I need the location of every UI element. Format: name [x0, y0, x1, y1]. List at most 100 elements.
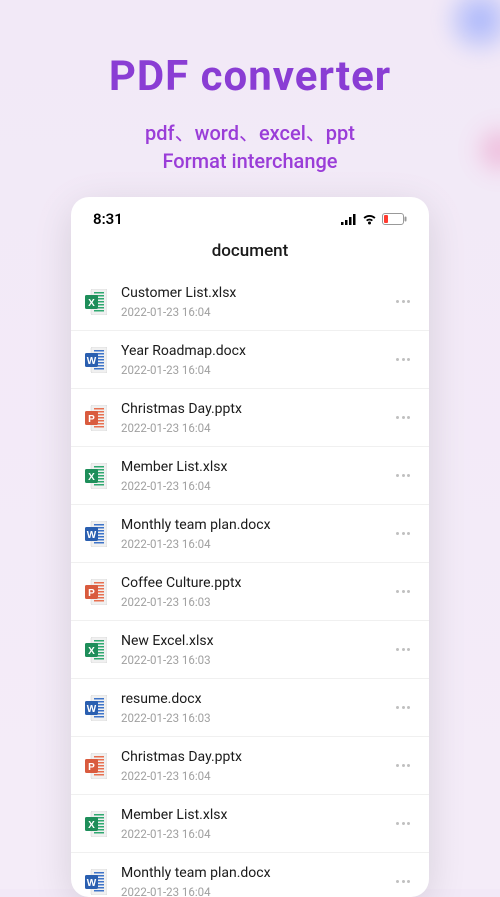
file-row[interactable]: W Monthly team plan.docx 2022-01-23 16:04	[71, 853, 429, 897]
file-row[interactable]: X Customer List.xlsx 2022-01-23 16:04	[71, 273, 429, 331]
more-options-button[interactable]	[391, 638, 415, 662]
file-info: Coffee Culture.pptx2022-01-23 16:03	[121, 574, 377, 608]
svg-text:P: P	[88, 588, 95, 599]
svg-text:X: X	[88, 298, 95, 309]
file-name: Christmas Day.pptx	[121, 400, 377, 418]
file-name: Year Roadmap.docx	[121, 342, 377, 360]
wifi-icon	[362, 210, 377, 229]
file-row[interactable]: W resume.docx 2022-01-23 16:03	[71, 679, 429, 737]
excel-file-icon: X	[85, 811, 107, 837]
hero-title: PDF converter	[0, 52, 500, 101]
file-row[interactable]: X New Excel.xlsx 2022-01-23 16:03	[71, 621, 429, 679]
file-date: 2022-01-23 16:04	[121, 885, 377, 897]
more-dots-icon	[396, 822, 410, 825]
screen-title: document	[71, 235, 429, 273]
hero-section: PDF converter pdf、word、excel、ppt Format …	[0, 0, 500, 175]
excel-file-icon: X	[85, 463, 107, 489]
background-decoration-2	[470, 120, 500, 180]
file-date: 2022-01-23 16:03	[121, 653, 377, 667]
file-date: 2022-01-23 16:04	[121, 363, 377, 377]
file-date: 2022-01-23 16:04	[121, 305, 377, 319]
ppt-file-icon: P	[85, 753, 107, 779]
svg-text:W: W	[87, 878, 97, 889]
more-options-button[interactable]	[391, 754, 415, 778]
more-dots-icon	[396, 416, 410, 419]
more-options-button[interactable]	[391, 290, 415, 314]
more-options-button[interactable]	[391, 406, 415, 430]
file-row[interactable]: W Monthly team plan.docx 2022-01-23 16:04	[71, 505, 429, 563]
more-options-button[interactable]	[391, 348, 415, 372]
file-row[interactable]: P Coffee Culture.pptx2022-01-23 16:03	[71, 563, 429, 621]
file-row[interactable]: X Member List.xlsx 2022-01-23 16:04	[71, 795, 429, 853]
file-row[interactable]: X Member List.xlsx 2022-01-23 16:04	[71, 447, 429, 505]
file-row[interactable]: W Year Roadmap.docx 2022-01-23 16:04	[71, 331, 429, 389]
file-info: Monthly team plan.docx 2022-01-23 16:04	[121, 516, 377, 550]
file-name: Customer List.xlsx	[121, 284, 377, 302]
file-info: Member List.xlsx 2022-01-23 16:04	[121, 806, 377, 840]
file-date: 2022-01-23 16:04	[121, 421, 377, 435]
file-name: Monthly team plan.docx	[121, 516, 377, 534]
more-dots-icon	[396, 474, 410, 477]
file-info: Monthly team plan.docx 2022-01-23 16:04	[121, 864, 377, 897]
more-options-button[interactable]	[391, 812, 415, 836]
file-row[interactable]: P Christmas Day.pptx 2022-01-23 16:04	[71, 389, 429, 447]
more-options-button[interactable]	[391, 870, 415, 894]
file-info: New Excel.xlsx 2022-01-23 16:03	[121, 632, 377, 666]
file-name: Member List.xlsx	[121, 458, 377, 476]
phone-mockup: 8:31 document X Customer List.xlsx 2022-0…	[71, 197, 429, 897]
file-date: 2022-01-23 16:03	[121, 595, 377, 609]
svg-text:X: X	[88, 820, 95, 831]
more-dots-icon	[396, 300, 410, 303]
file-name: resume.docx	[121, 690, 377, 708]
file-date: 2022-01-23 16:03	[121, 711, 377, 725]
background-decoration	[440, 0, 500, 60]
svg-text:W: W	[87, 530, 97, 541]
file-name: Member List.xlsx	[121, 806, 377, 824]
file-info: Christmas Day.pptx 2022-01-23 16:04	[121, 400, 377, 434]
more-dots-icon	[396, 532, 410, 535]
svg-text:P: P	[88, 414, 95, 425]
svg-text:W: W	[87, 356, 97, 367]
file-info: Christmas Day.pptx 2022-01-23 16:04	[121, 748, 377, 782]
excel-file-icon: X	[85, 637, 107, 663]
file-date: 2022-01-23 16:04	[121, 479, 377, 493]
file-date: 2022-01-23 16:04	[121, 537, 377, 551]
file-info: resume.docx 2022-01-23 16:03	[121, 690, 377, 724]
more-options-button[interactable]	[391, 580, 415, 604]
file-row[interactable]: P Christmas Day.pptx 2022-01-23 16:04	[71, 737, 429, 795]
more-options-button[interactable]	[391, 522, 415, 546]
more-options-button[interactable]	[391, 464, 415, 488]
word-file-icon: W	[85, 869, 107, 895]
file-name: New Excel.xlsx	[121, 632, 377, 650]
ppt-file-icon: P	[85, 405, 107, 431]
file-name: Christmas Day.pptx	[121, 748, 377, 766]
svg-text:X: X	[88, 646, 95, 657]
word-file-icon: W	[85, 521, 107, 547]
svg-text:X: X	[88, 472, 95, 483]
ppt-file-icon: P	[85, 579, 107, 605]
hero-subtitle-line2: Format interchange	[162, 149, 337, 173]
status-time: 8:31	[93, 210, 123, 228]
file-info: Member List.xlsx 2022-01-23 16:04	[121, 458, 377, 492]
battery-icon	[382, 210, 407, 229]
more-options-button[interactable]	[391, 696, 415, 720]
hero-subtitle: pdf、word、excel、ppt Format interchange	[0, 119, 500, 175]
file-info: Year Roadmap.docx 2022-01-23 16:04	[121, 342, 377, 376]
more-dots-icon	[396, 706, 410, 709]
word-file-icon: W	[85, 695, 107, 721]
file-date: 2022-01-23 16:04	[121, 827, 377, 841]
file-name: Monthly team plan.docx	[121, 864, 377, 882]
svg-text:W: W	[87, 704, 97, 715]
more-dots-icon	[396, 648, 410, 651]
more-dots-icon	[396, 764, 410, 767]
file-list[interactable]: X Customer List.xlsx 2022-01-23 16:04 W Y…	[71, 273, 429, 897]
more-dots-icon	[396, 590, 410, 593]
signal-icon	[341, 210, 357, 229]
status-icons	[341, 210, 407, 229]
file-date: 2022-01-23 16:04	[121, 769, 377, 783]
excel-file-icon: X	[85, 289, 107, 315]
hero-subtitle-line1: pdf、word、excel、ppt	[145, 121, 355, 145]
more-dots-icon	[396, 358, 410, 361]
svg-text:P: P	[88, 762, 95, 773]
more-dots-icon	[396, 880, 410, 883]
